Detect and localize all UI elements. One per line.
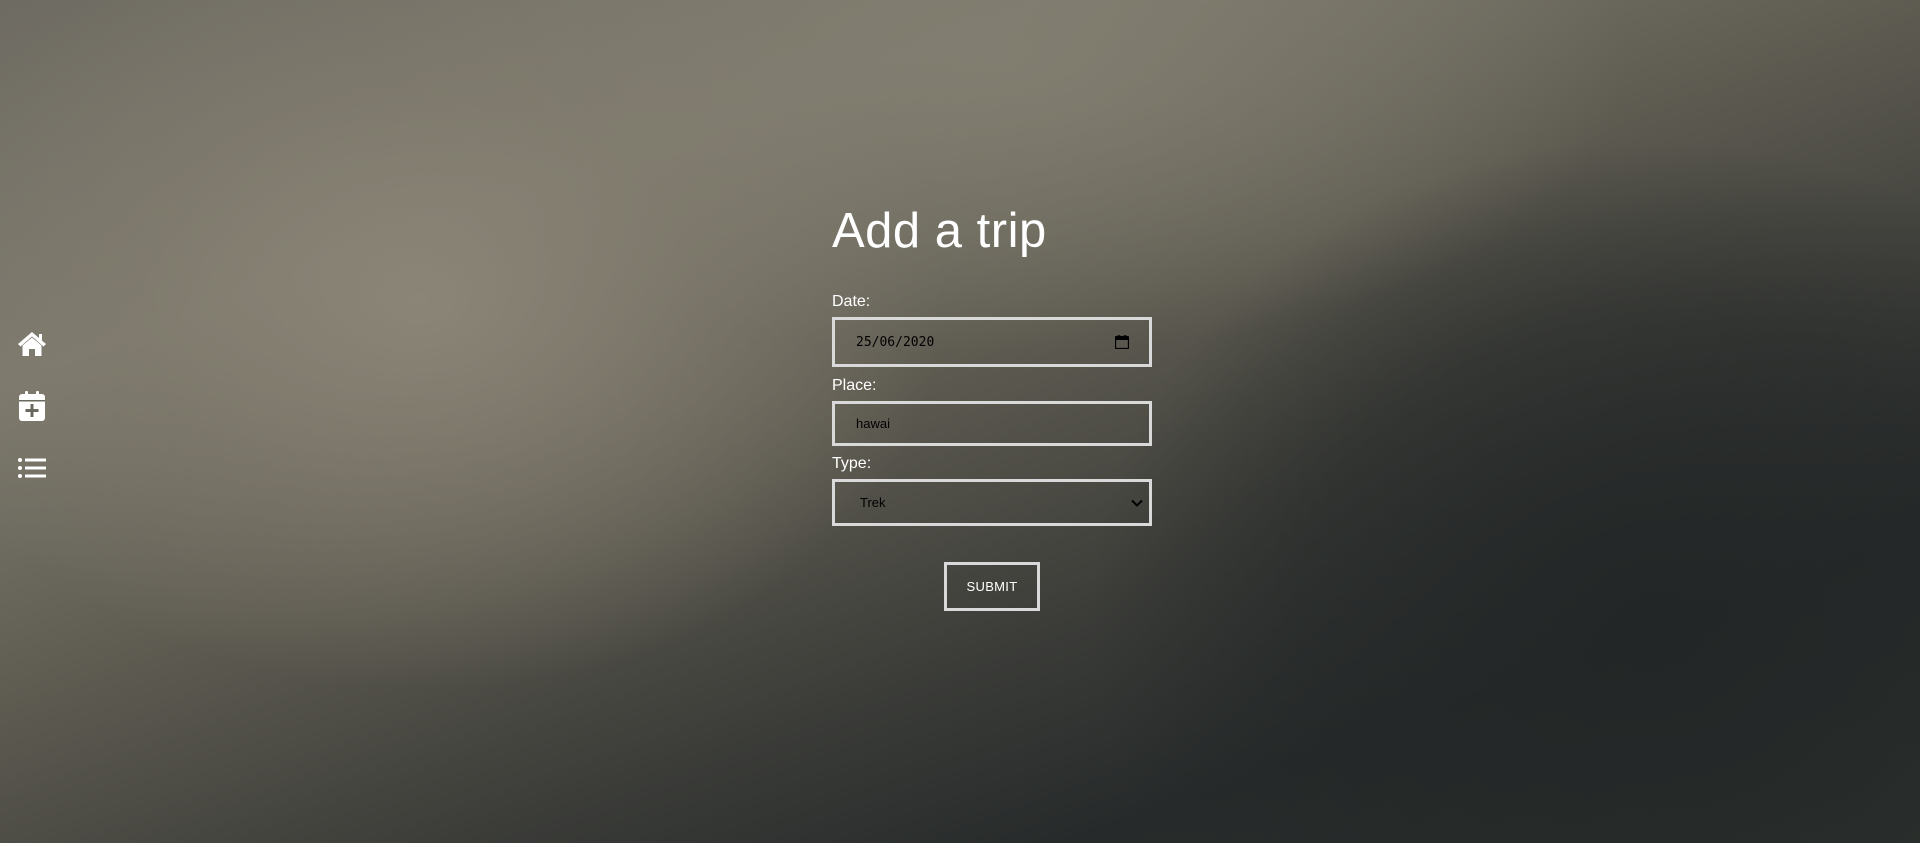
date-input[interactable]: 25/06/2020 bbox=[832, 317, 1152, 367]
calendar-icon[interactable] bbox=[1115, 335, 1129, 349]
home-icon bbox=[18, 332, 46, 356]
nav-trip-list-button[interactable] bbox=[14, 450, 50, 486]
submit-button[interactable]: SUBMIT bbox=[944, 562, 1040, 611]
chevron-down-icon bbox=[1131, 499, 1143, 507]
side-nav bbox=[14, 326, 50, 512]
type-value: Trek bbox=[860, 495, 886, 510]
list-icon bbox=[18, 458, 46, 478]
type-select[interactable]: Trek bbox=[832, 479, 1152, 526]
calendar-plus-icon bbox=[19, 391, 45, 421]
place-value: hawai bbox=[856, 416, 890, 431]
type-label: Type: bbox=[832, 455, 872, 472]
page-title: Add a trip bbox=[832, 204, 1047, 258]
date-value: 25/06/2020 bbox=[856, 334, 935, 350]
date-label: Date: bbox=[832, 293, 871, 310]
place-label: Place: bbox=[832, 377, 877, 394]
nav-add-trip-button[interactable] bbox=[14, 388, 50, 424]
add-trip-form: Add a trip Date: 25/06/2020 Place: hawai… bbox=[832, 200, 1152, 611]
place-input[interactable]: hawai bbox=[832, 401, 1152, 446]
nav-home-button[interactable] bbox=[14, 326, 50, 362]
